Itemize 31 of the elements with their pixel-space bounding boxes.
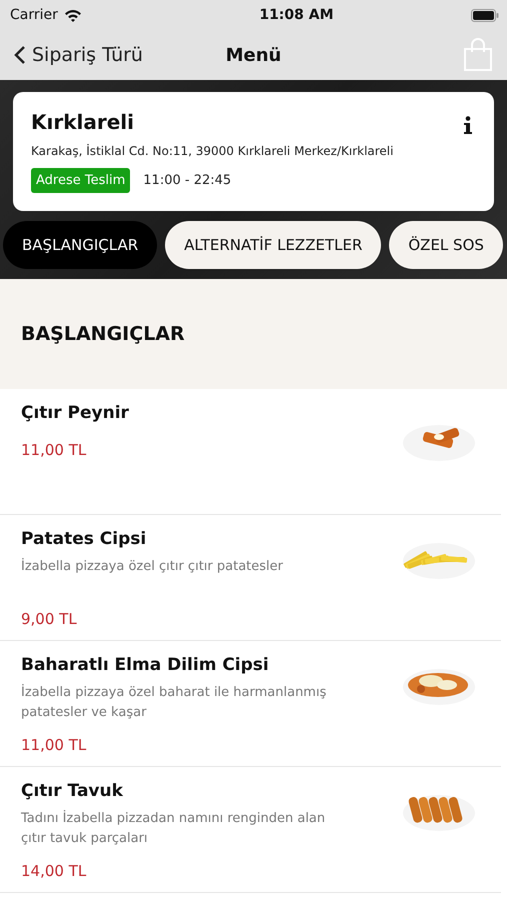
info-icon[interactable] [464, 116, 472, 134]
item-description: İzabella pizzaya özel çıtır çıtır patatesler [21, 557, 284, 576]
back-icon [14, 45, 26, 65]
back-button[interactable]: Sipariş Türü [14, 44, 143, 66]
category-tab[interactable]: ÖZEL SOS [389, 221, 503, 269]
menu-item[interactable]: Çıtır Peynir 11,00 TL [0, 389, 501, 515]
item-price: 14,00 TL [21, 862, 88, 880]
item-description: Tadını İzabella pizzadan namını renginden alan çıtır tavuk parçaları [21, 809, 326, 848]
item-name: Patates Cipsi [21, 529, 148, 549]
menu-item[interactable]: Çıtır Tavuk Tadını İzabella pizzadan namını renginden alan çıtır tavuk parçaları 14,00 TL [0, 767, 501, 893]
section-title: BAŞLANGIÇLAR [21, 323, 185, 345]
item-name: Baharatlı Elma Dilim Cipsi [21, 655, 270, 675]
store-name: Kırklareli [31, 110, 134, 134]
delivery-badge: Adrese Teslim [31, 168, 130, 193]
wifi-icon [64, 8, 82, 22]
category-tab[interactable]: BAŞLANGIÇLAR [3, 221, 158, 269]
item-price: 11,00 TL [21, 736, 88, 754]
category-tab[interactable]: ALTERNATİF LEZZETLER [165, 221, 382, 269]
item-name: Çıtır Peynir [21, 403, 130, 423]
item-description: İzabella pizzaya özel baharat ile harmanlanmış patatesler ve kaşar [21, 683, 328, 722]
menu-item[interactable]: Patates Cipsi İzabella pizzaya özel çıtır çıtır patatesler 9,00 TL [0, 515, 501, 641]
menu-item[interactable]: Baharatlı Elma Dilim Cipsi İzabella pizzaya özel baharat ile harmanlanmış patatesler ve kaşar 11,00 TL [0, 641, 501, 767]
opening-hours: 11:00 - 22:45 [143, 173, 232, 188]
item-price: 11,00 TL [21, 441, 88, 459]
battery-icon [470, 8, 499, 22]
status-time: 11:08 AM [259, 7, 334, 23]
carrier-label: Carrier [10, 7, 58, 23]
store-address: Karakaş, İstiklal Cd. No:11, 39000 Kırklareli Merkez/Kırklareli [31, 144, 394, 158]
nav-title: Menü [226, 44, 282, 66]
item-name: Çıtır Tavuk [21, 781, 124, 801]
item-price: 9,00 TL [21, 610, 78, 628]
